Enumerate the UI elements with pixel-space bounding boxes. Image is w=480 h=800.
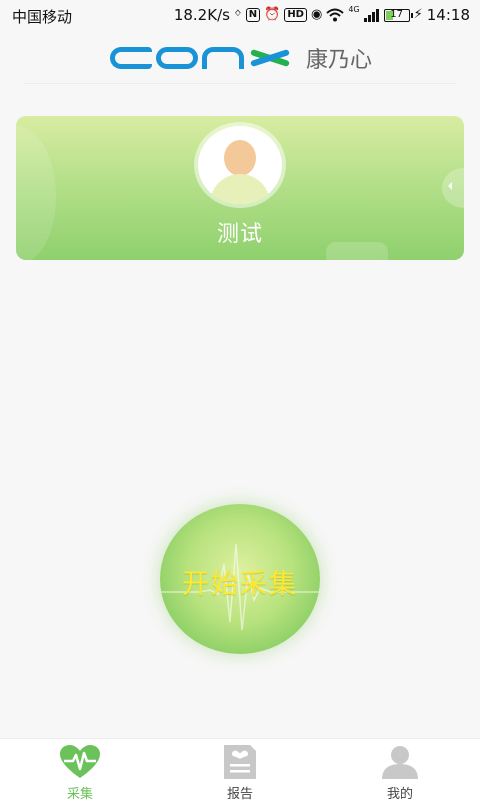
app-header: 康乃心 xyxy=(0,30,480,84)
card-decoration xyxy=(442,168,464,208)
network-type: 4G xyxy=(348,4,360,14)
start-collect-button[interactable]: 开始采集 xyxy=(160,504,320,654)
net-speed: 18.2K/s xyxy=(173,6,230,24)
tab-report-label: 报告 xyxy=(226,787,253,800)
clock-time: 14:18 xyxy=(426,6,470,24)
tab-mine[interactable]: 我的 xyxy=(340,739,460,800)
avatar-ring[interactable] xyxy=(194,122,286,208)
tab-report[interactable]: 报告 xyxy=(180,739,300,800)
eye-icon: ◉ xyxy=(310,7,323,22)
header-divider xyxy=(24,83,456,84)
tab-collect-label: 采集 xyxy=(66,787,93,800)
status-icons: 18.2K/s ᛜ N ⏰ HD ◉ 4G 17 ⚡ 14:18 xyxy=(173,4,470,25)
nfc-icon: N xyxy=(245,8,261,22)
start-collect-label: 开始采集 xyxy=(182,569,298,600)
logo-chinese-text: 康乃心 xyxy=(306,48,373,73)
hd-icon: HD xyxy=(284,8,307,22)
bluetooth-icon: ᛜ xyxy=(233,7,242,22)
wifi-icon xyxy=(326,8,344,22)
tab-mine-label: 我的 xyxy=(386,787,413,800)
report-document-icon xyxy=(224,745,256,779)
profile-name: 测试 xyxy=(216,222,263,247)
battery-level: 17 xyxy=(390,8,403,20)
app-logo: 康乃心 xyxy=(110,42,372,74)
heart-pulse-icon xyxy=(60,745,100,778)
user-profile-icon xyxy=(382,746,418,779)
bottom-tab-bar: 采集 报告 我的 xyxy=(0,738,480,800)
user-avatar-icon xyxy=(198,126,282,204)
tab-collect[interactable]: 采集 xyxy=(20,739,140,800)
charging-icon: ⚡ xyxy=(413,7,423,22)
carrier-name: 中国移动 xyxy=(12,8,73,26)
profile-card[interactable]: 测试 xyxy=(16,116,464,260)
alarm-icon: ⏰ xyxy=(264,7,281,22)
status-bar: 中国移动 18.2K/s ᛜ N ⏰ HD ◉ 4G 17 ⚡ 14:18 xyxy=(0,0,480,30)
conx-logo-icon xyxy=(110,47,292,69)
card-arrow-icon xyxy=(448,182,452,190)
battery-icon: 17 xyxy=(383,8,413,22)
signal-icon xyxy=(363,9,379,22)
